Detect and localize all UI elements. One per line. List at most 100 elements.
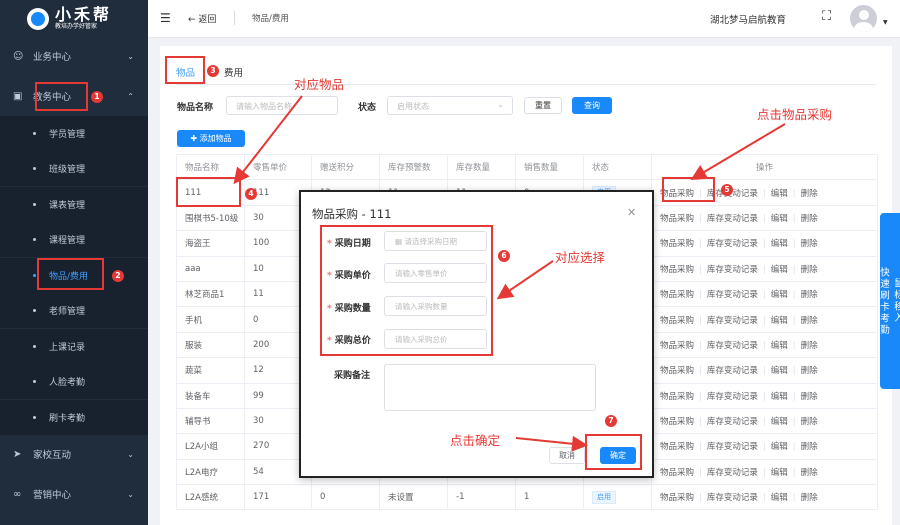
reset-button[interactable]: 重置: [524, 97, 562, 114]
stock-record-link[interactable]: 库存变动记录: [707, 415, 758, 427]
menu-home-school[interactable]: ➤ 家校互动 ⌄: [0, 436, 148, 472]
delete-link[interactable]: 删除: [801, 415, 818, 427]
table-cell: 171: [244, 484, 312, 511]
edit-link[interactable]: 编辑: [771, 339, 788, 351]
delete-link[interactable]: 删除: [801, 440, 818, 452]
edit-link[interactable]: 编辑: [771, 491, 788, 503]
stock-record-link[interactable]: 库存变动记录: [707, 390, 758, 402]
purchase-link[interactable]: 物品采购: [660, 314, 694, 326]
back-button[interactable]: ← 返回: [188, 12, 216, 25]
edit-link[interactable]: 编辑: [771, 364, 788, 376]
delete-link[interactable]: 删除: [801, 364, 818, 376]
step-badge: 6: [498, 250, 510, 262]
sidebar-item-students[interactable]: 学员管理: [0, 116, 148, 151]
stock-record-link[interactable]: 库存变动记录: [707, 288, 758, 300]
tab-goods[interactable]: 物品: [176, 65, 195, 79]
sidebar-item-class-records[interactable]: 上课记录: [0, 329, 148, 364]
tab-fees[interactable]: 费用: [224, 65, 243, 79]
ops-cell: 物品采购 | 库存变动记录 | 编辑 | 删除: [651, 458, 878, 486]
stock-record-link[interactable]: 库存变动记录: [707, 237, 758, 249]
purchase-link[interactable]: 物品采购: [660, 237, 694, 249]
purchase-link[interactable]: 物品采购: [660, 364, 694, 376]
close-icon[interactable]: ✕: [627, 206, 636, 219]
column-header: 物品名称: [176, 153, 245, 181]
menu-marketing[interactable]: ∞ 营销中心 ⌄: [0, 476, 148, 512]
delete-link[interactable]: 删除: [801, 237, 818, 249]
ops-cell: 物品采购 | 库存变动记录 | 编辑 | 删除: [651, 280, 878, 308]
status-badge: 启用: [592, 490, 616, 504]
edit-link[interactable]: 编辑: [771, 415, 788, 427]
sidebar-item-schedule[interactable]: 课表管理: [0, 187, 148, 222]
avatar[interactable]: [850, 5, 877, 32]
delete-link[interactable]: 删除: [801, 339, 818, 351]
delete-link[interactable]: 删除: [801, 314, 818, 326]
chevron-down-icon: ⌄: [127, 489, 134, 499]
delete-link[interactable]: 删除: [801, 390, 818, 402]
delete-link[interactable]: 删除: [801, 187, 818, 199]
table-cell: 蔬菜: [176, 357, 245, 384]
purchase-link[interactable]: 物品采购: [660, 187, 694, 199]
purchase-link[interactable]: 物品采购: [660, 263, 694, 275]
purchase-link[interactable]: 物品采购: [660, 339, 694, 351]
ops-cell: 物品采购 | 库存变动记录 | 编辑 | 删除: [651, 382, 878, 409]
edit-link[interactable]: 编辑: [771, 237, 788, 249]
step-badge: 7: [605, 415, 617, 427]
purchase-link[interactable]: 物品采购: [660, 212, 694, 224]
purchase-link[interactable]: 物品采购: [660, 415, 694, 427]
name-filter-input[interactable]: 请输入物品名称: [226, 96, 338, 115]
stock-record-link[interactable]: 库存变动记录: [707, 339, 758, 351]
note-textarea[interactable]: [384, 364, 596, 411]
fullscreen-icon[interactable]: ⛶: [822, 9, 831, 24]
edit-link[interactable]: 编辑: [771, 212, 788, 224]
add-goods-button[interactable]: ✚ 添加物品: [177, 130, 245, 147]
purchase-link[interactable]: 物品采购: [660, 440, 694, 452]
stock-record-link[interactable]: 库存变动记录: [707, 440, 758, 452]
delete-link[interactable]: 删除: [801, 466, 818, 478]
confirm-button[interactable]: 确定: [600, 447, 636, 464]
edit-link[interactable]: 编辑: [771, 440, 788, 452]
stock-record-link[interactable]: 库存变动记录: [707, 212, 758, 224]
sidebar-item-classes[interactable]: 班级管理: [0, 151, 148, 186]
stock-record-link[interactable]: 库存变动记录: [707, 466, 758, 478]
hint-select: 对应选择: [555, 250, 606, 265]
edit-link[interactable]: 编辑: [771, 187, 788, 199]
purchase-link[interactable]: 物品采购: [660, 390, 694, 402]
stock-record-link[interactable]: 库存变动记录: [707, 364, 758, 376]
delete-link[interactable]: 删除: [801, 288, 818, 300]
cancel-button[interactable]: 取消: [549, 447, 585, 464]
purchase-link[interactable]: 物品采购: [660, 491, 694, 503]
quick-attendance-tab[interactable]: 鼠标移入 快速刷卡考勤: [878, 213, 900, 389]
menu-edu-center[interactable]: ▣ 教务中心 ⌃: [0, 78, 148, 114]
edit-link[interactable]: 编辑: [771, 288, 788, 300]
edit-link[interactable]: 编辑: [771, 314, 788, 326]
delete-link[interactable]: 删除: [801, 212, 818, 224]
total-price-input[interactable]: 请输入采购总价: [384, 329, 487, 349]
stock-record-link[interactable]: 库存变动记录: [707, 491, 758, 503]
step-badge: 1: [91, 91, 103, 103]
column-header: 赠送积分: [311, 153, 380, 181]
edit-link[interactable]: 编辑: [771, 466, 788, 478]
caret-down-icon[interactable]: ▼: [883, 19, 888, 26]
sidebar-item-teachers[interactable]: 老师管理: [0, 293, 148, 328]
note-label: 采购备注: [334, 371, 371, 381]
menu-business-center[interactable]: ☺ 业务中心 ⌄: [0, 38, 148, 74]
stock-record-link[interactable]: 库存变动记录: [707, 314, 758, 326]
sidebar-item-courses[interactable]: 课程管理: [0, 222, 148, 257]
sidebar-item-face-attendance[interactable]: 人脸考勤: [0, 364, 148, 399]
edit-link[interactable]: 编辑: [771, 263, 788, 275]
status-filter-select[interactable]: 启用状态 ⌄: [387, 96, 513, 115]
edit-link[interactable]: 编辑: [771, 390, 788, 402]
search-button[interactable]: 查询: [572, 97, 612, 114]
purchase-link[interactable]: 物品采购: [660, 288, 694, 300]
sidebar-item-goods-fees[interactable]: 物品/费用: [0, 258, 148, 293]
delete-link[interactable]: 删除: [801, 491, 818, 503]
stock-record-link[interactable]: 库存变动记录: [707, 263, 758, 275]
delete-link[interactable]: 删除: [801, 263, 818, 275]
table-cell: 111: [176, 179, 245, 206]
menu-fold-icon[interactable]: ☰: [160, 11, 171, 25]
purchase-link[interactable]: 物品采购: [660, 466, 694, 478]
purchase-date-input[interactable]: ▦ 请选择采购日期: [384, 231, 487, 251]
quantity-input[interactable]: 请输入采购数量: [384, 296, 487, 316]
sidebar-item-card-attendance[interactable]: 刷卡考勤: [0, 400, 148, 435]
unit-price-input[interactable]: 请输入零售单价: [384, 263, 487, 283]
